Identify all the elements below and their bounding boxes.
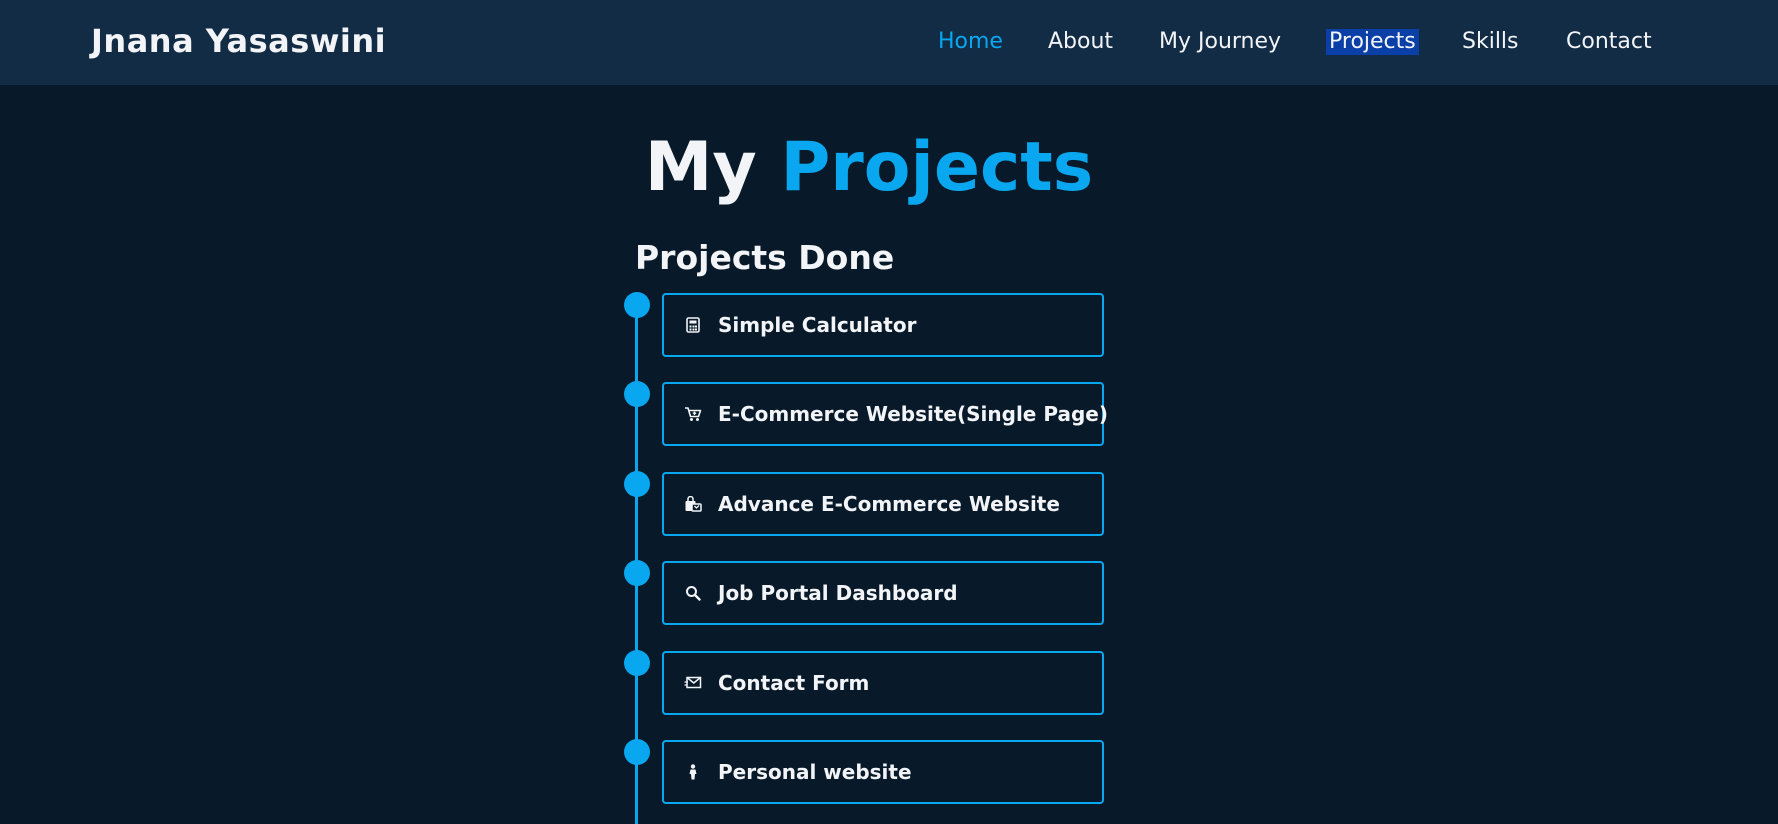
project-card-ecommerce-single-page[interactable]: E-Commerce Website(Single Page) [662, 382, 1108, 446]
nav-contact-link[interactable]: Contact [1566, 29, 1652, 55]
page-title-accent: Projects [780, 128, 1094, 207]
project-card-personal-website[interactable]: Personal website [662, 740, 1104, 804]
project-card-job-portal-dashboard[interactable]: Job Portal Dashboard [662, 561, 1104, 625]
nav-about-link[interactable]: About [1048, 29, 1113, 55]
timeline-dot [624, 381, 650, 407]
navbar: Jnana Yasaswini Home About My Journey Pr… [0, 0, 1778, 85]
brand-name[interactable]: Jnana Yasaswini [91, 22, 386, 60]
project-card-advance-ecommerce[interactable]: Advance E-Commerce Website [662, 472, 1104, 536]
project-label: Contact Form [718, 671, 870, 695]
timeline-dot [624, 471, 650, 497]
page-title-main: My [644, 128, 757, 207]
project-label: Simple Calculator [718, 313, 917, 337]
section-title: Projects Done [635, 238, 895, 277]
project-card-simple-calculator[interactable]: Simple Calculator [662, 293, 1104, 357]
project-label: Advance E-Commerce Website [718, 492, 1060, 516]
search-icon [684, 584, 702, 602]
person-icon [684, 763, 702, 781]
project-card-contact-form[interactable]: Contact Form [662, 651, 1104, 715]
nav-home-link[interactable]: Home [938, 29, 1003, 55]
envelope-icon [684, 674, 702, 692]
shopping-bags-icon [684, 495, 702, 513]
nav-projects-link[interactable]: Projects [1326, 29, 1419, 55]
project-label: Personal website [718, 760, 912, 784]
project-label: Job Portal Dashboard [718, 581, 958, 605]
page-title: My Projects [0, 128, 1738, 207]
timeline-dot [624, 739, 650, 765]
timeline-dot [624, 560, 650, 586]
cart-icon [684, 405, 702, 423]
nav-skills-link[interactable]: Skills [1462, 29, 1519, 55]
calculator-icon [684, 316, 702, 334]
project-label: E-Commerce Website(Single Page) [718, 402, 1108, 426]
timeline-dot [624, 292, 650, 318]
nav-my-journey-link[interactable]: My Journey [1159, 29, 1281, 55]
timeline-dot [624, 650, 650, 676]
